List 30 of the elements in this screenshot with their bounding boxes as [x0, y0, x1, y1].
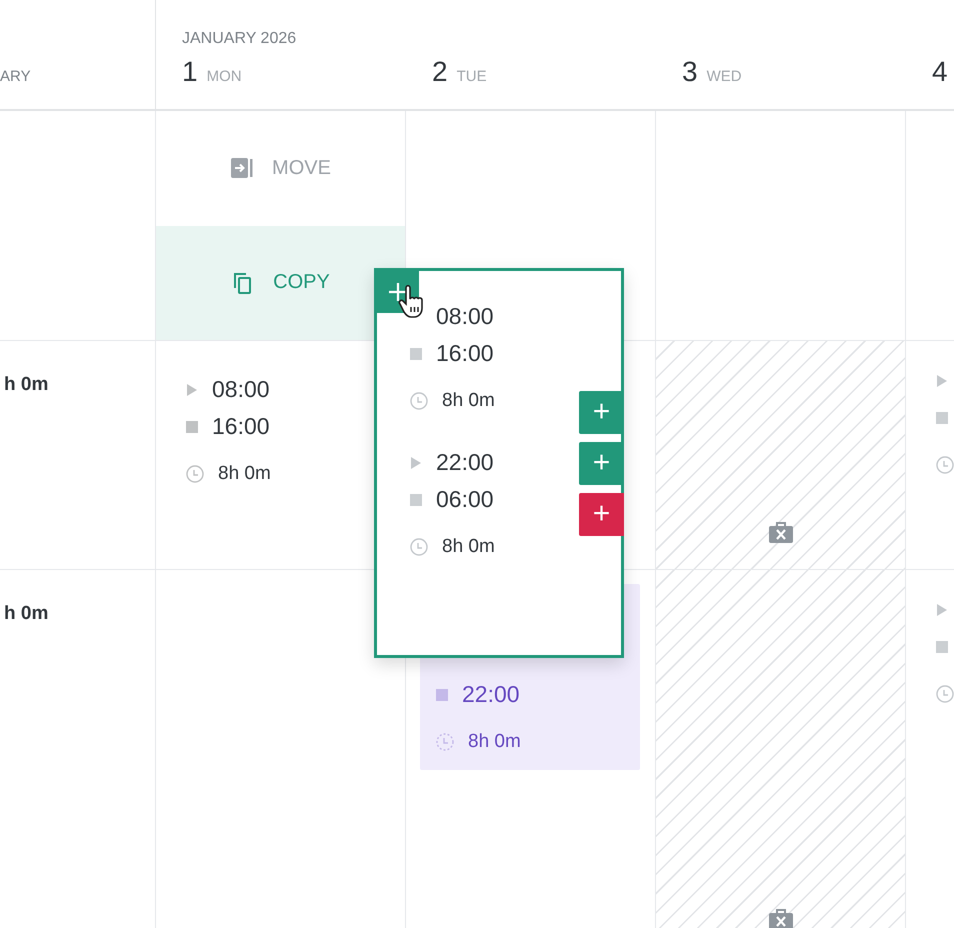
end-time: 16:00	[436, 340, 494, 367]
start-time: 22:00	[436, 449, 494, 476]
start-time: 08:00	[436, 303, 494, 330]
shift-duration: 8h 0m	[442, 390, 495, 412]
start-time: 08:00	[212, 376, 270, 403]
shift-card[interactable]: 08:00 16:00 8h 0m	[156, 341, 405, 489]
day-number: 4	[932, 56, 948, 88]
shift-option[interactable]: 08:00 16:00 8h 0m	[410, 298, 495, 416]
weekday-label: WED	[706, 68, 742, 85]
column-label: ARY	[0, 68, 31, 85]
end-time: 22:00	[462, 681, 520, 708]
shift-option[interactable]: 22:00 06:00 8h 0m	[410, 444, 495, 562]
shift-duration: 8h 0m	[442, 536, 495, 558]
shift-duration: 8h 0m	[468, 731, 521, 753]
add-button[interactable]: +	[579, 442, 624, 485]
end-time: 16:00	[212, 413, 270, 440]
drop-option[interactable]: MOVE	[156, 111, 405, 226]
weekday-label: TUE	[456, 68, 487, 85]
month-label: JANUARY 2026	[182, 30, 296, 48]
total-hours: h 0m	[4, 374, 48, 395]
add-button[interactable]: +	[579, 391, 624, 434]
add-button[interactable]: +	[579, 493, 624, 536]
shift-duration: 8h 0m	[218, 463, 271, 485]
total-hours: h 0m	[4, 603, 48, 624]
weekday-label: MON	[206, 68, 242, 85]
end-time: 06:00	[436, 486, 494, 513]
drop-option[interactable]: COPY	[156, 226, 405, 340]
day-number: 1	[182, 56, 198, 88]
day-number: 3	[682, 56, 698, 88]
day-number: 2	[432, 56, 448, 88]
